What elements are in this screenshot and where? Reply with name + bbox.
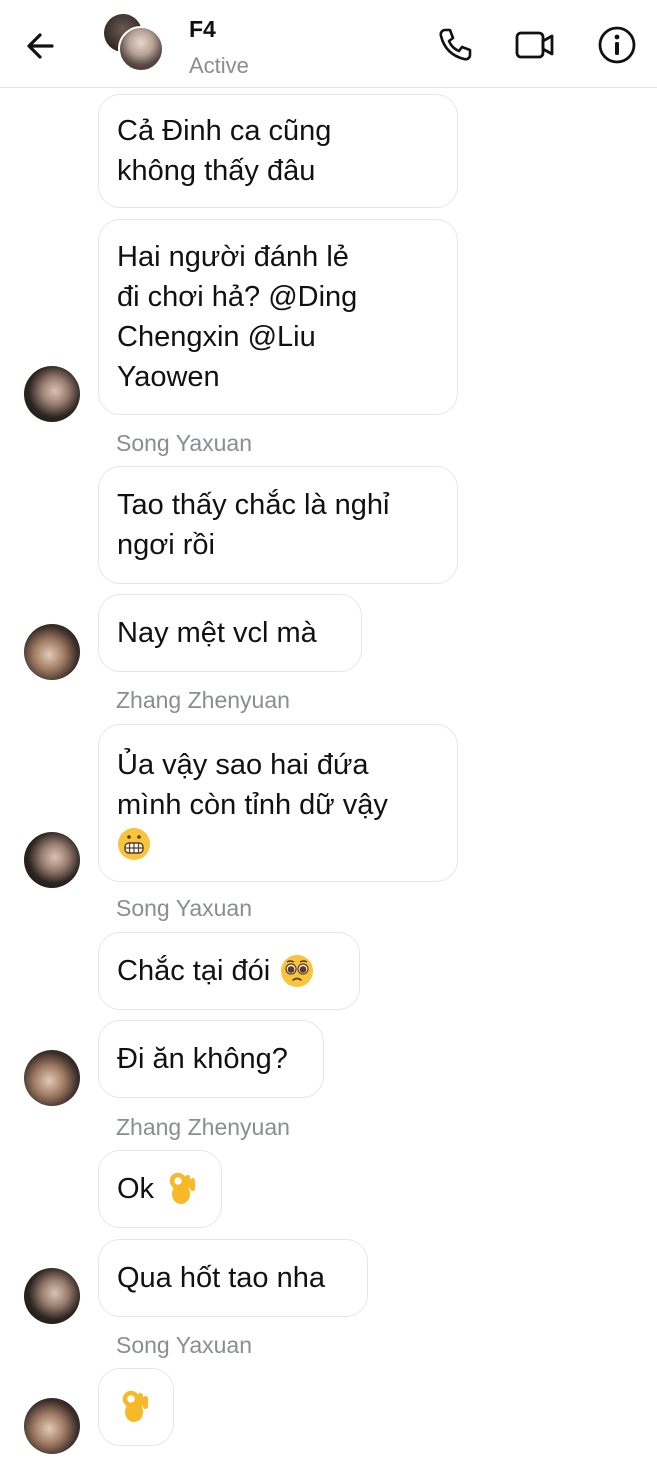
message-text: Đi ăn không? xyxy=(117,1043,288,1075)
ok-hand-emoji xyxy=(169,1172,196,1204)
message-text: Ủa vậy sao hai đứa mình còn tỉnh dữ vậy xyxy=(117,749,388,821)
sender-name: Song Yaxuan xyxy=(116,895,252,921)
avatar[interactable] xyxy=(24,1268,80,1324)
info-icon xyxy=(598,26,636,64)
message-bubble[interactable]: Ok xyxy=(98,1150,222,1228)
active-status: Active xyxy=(189,53,249,78)
message-text: Tao thấy chắc là nghỉ ngơi rồi xyxy=(117,489,390,561)
avatar[interactable] xyxy=(24,1050,80,1106)
message-text: Ok xyxy=(117,1173,155,1205)
message-bubble[interactable]: Ủa vậy sao hai đứa mình còn tỉnh dữ vậy xyxy=(98,724,458,882)
message-text: Nay mệt vcl mà xyxy=(117,617,317,649)
member-avatar-front xyxy=(118,26,164,72)
message-bubble[interactable]: Chắc tại đói xyxy=(98,932,360,1010)
avatar[interactable] xyxy=(24,624,80,680)
message-text: Qua hốt tao nha xyxy=(117,1262,325,1294)
message-bubble[interactable] xyxy=(98,1368,174,1446)
group-avatar[interactable] xyxy=(104,14,164,74)
ok-hand-emoji xyxy=(122,1390,148,1422)
avatar[interactable] xyxy=(24,832,80,888)
sender-name: Song Yaxuan xyxy=(116,430,252,456)
message-bubble[interactable]: Tao thấy chắc là nghỉ ngơi rồi xyxy=(98,466,458,584)
message-bubble[interactable]: Đi ăn không? xyxy=(98,1020,324,1098)
message-bubble[interactable]: Nay mệt vcl mà xyxy=(98,594,362,672)
voice-call-button[interactable] xyxy=(434,24,476,66)
message-bubble[interactable]: Hai người đánh lẻ đi chơi hả? @Ding Chen… xyxy=(98,219,458,415)
phone-icon xyxy=(439,28,472,61)
avatar[interactable] xyxy=(24,366,80,422)
chat-header: F4 Active xyxy=(0,0,657,88)
grimacing-face-emoji xyxy=(118,828,150,860)
message-bubble[interactable]: Qua hốt tao nha xyxy=(98,1239,368,1317)
avatar[interactable] xyxy=(24,1398,80,1454)
message-text: Chắc tại đói xyxy=(117,955,271,987)
video-call-button[interactable] xyxy=(514,24,556,66)
message-text: Hai người đánh lẻ đi chơi hả? @Ding Chen… xyxy=(117,241,358,393)
video-camera-icon xyxy=(515,31,554,59)
sender-name: Zhang Zhenyuan xyxy=(116,1114,290,1140)
conversation-info-button[interactable] xyxy=(596,24,638,66)
message-text: Cả Đinh ca cũng không thấy đâu xyxy=(117,115,332,187)
arrow-left-icon xyxy=(27,33,54,59)
message-bubble[interactable]: Cả Đinh ca cũng không thấy đâu xyxy=(98,94,458,208)
sender-name: Song Yaxuan xyxy=(116,1332,252,1358)
pleading-face-emoji xyxy=(281,955,314,987)
back-button[interactable] xyxy=(22,26,62,66)
conversation-title[interactable]: F4 xyxy=(189,16,216,43)
sender-name: Zhang Zhenyuan xyxy=(116,687,290,713)
